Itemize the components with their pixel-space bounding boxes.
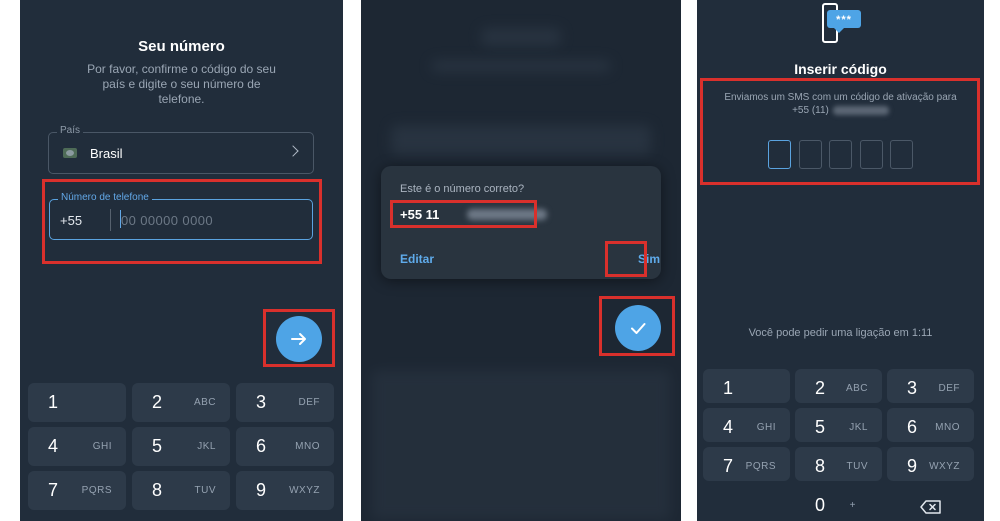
country-selector[interactable]: País Brasil [48,125,314,174]
screen-title: Inserir código [794,61,887,77]
key-letters: ABC [845,383,868,394]
key-2[interactable]: 2 ABC [795,369,882,403]
blurred-field [391,125,651,155]
key-number: 9 [907,456,918,476]
code-digit-box[interactable] [859,140,883,169]
key-letters: PQRS [81,485,112,496]
key-1[interactable]: 1 [703,369,790,403]
key-8[interactable]: 8 TUV [132,471,230,510]
key-9[interactable]: 9 WXYZ [236,471,334,510]
field-divider [110,209,111,231]
key-letters: + [849,500,856,511]
confirm-button[interactable]: Sim [638,252,660,266]
key-3[interactable]: 3 DEF [887,369,974,403]
checkmark-icon [631,323,646,334]
key-letters: WXYZ [289,485,320,496]
key-letters: DEF [298,397,320,408]
edit-button[interactable]: Editar [400,252,434,266]
code-digit-box[interactable] [798,140,822,169]
key-number: 4 [48,436,59,456]
key-8[interactable]: 8 TUV [795,447,882,481]
key-letters: TUV [194,485,216,496]
code-digit-box[interactable] [890,140,913,169]
key-7[interactable]: 7 PQRS [703,447,790,481]
dialog-phone-number: +55 11 [400,207,440,222]
done-button[interactable] [615,305,661,351]
key-number: 6 [256,436,267,456]
key-number: 5 [152,436,163,456]
key-number: 9 [256,480,267,500]
sms-phone-prefix: +55 (11) [792,105,829,116]
country-label: País [57,125,84,136]
key-5[interactable]: 5 JKL [795,408,882,442]
key-number: 0 [815,495,826,515]
key-letters: GHI [756,422,776,433]
key-letters: PQRS [745,461,776,472]
screen-subtitle: Por favor, confirme o código do seu país… [87,62,276,106]
key-letters: WXYZ [929,461,960,472]
key-number: 8 [152,480,163,500]
key-number: 4 [723,417,734,437]
key-6[interactable]: 6 MNO [236,427,334,466]
key-5[interactable]: 5 JKL [132,427,230,466]
key-6[interactable]: 6 MNO [887,408,974,442]
arrow-right-icon [291,333,306,345]
key-number: 3 [907,378,918,398]
key-letters: DEF [938,383,960,394]
key-4[interactable]: 4 GHI [703,408,790,442]
key-0[interactable]: 0 + [795,486,882,520]
next-button[interactable] [276,316,322,362]
screen-title: Seu número [138,38,225,55]
blurred-subtitle [431,60,611,72]
key-1[interactable]: 1 [28,383,126,422]
code-digit-box[interactable] [768,140,791,169]
dialog-question: Este é o número correto? [400,183,525,195]
backspace-key[interactable] [887,486,974,520]
key-3[interactable]: 3 DEF [236,383,334,422]
sms-info-line2: +55 (11) [707,104,974,117]
key-number: 7 [723,456,734,476]
phone-number-input[interactable]: 00 00000 0000 [121,213,213,228]
phone-label: Número de telefone [58,192,152,203]
key-number: 2 [152,392,163,412]
key-letters: TUV [846,461,868,472]
key-4[interactable]: 4 GHI [28,427,126,466]
code-digit-box[interactable] [829,140,852,169]
chevron-right-icon [287,145,299,157]
confirm-number-screen: Este é o número correto? +55 11 Editar S… [361,0,681,521]
key-number: 2 [815,378,826,398]
key-letters: JKL [197,441,216,452]
key-number: 6 [907,417,918,437]
key-number: 3 [256,392,267,412]
key-number: 8 [815,456,826,476]
sms-info-line1: Enviamos um SMS com um código de ativaçã… [724,92,957,103]
redacted-number [467,209,547,220]
key-number: 1 [723,378,734,398]
key-7[interactable]: 7 PQRS [28,471,126,510]
backspace-icon [919,500,941,514]
confirm-dialog: Este é o número correto? +55 11 Editar S… [381,166,661,279]
country-value: Brasil [90,146,123,161]
key-letters: MNO [295,441,320,452]
key-9[interactable]: 9 WXYZ [887,447,974,481]
blurred-title [481,28,561,46]
brazil-flag-icon [63,148,77,158]
key-number: 7 [48,480,59,500]
key-letters: ABC [193,397,216,408]
redacted-number [832,105,889,115]
sms-bubble-icon: *** [827,10,861,33]
key-letters: MNO [935,422,960,433]
phone-number-field[interactable]: Número de telefone +55 00 00000 0000 [49,192,313,240]
key-number: 5 [815,417,826,437]
enter-code-screen: *** Inserir código Enviamos um SMS com u… [697,0,984,521]
key-number: 1 [48,392,59,412]
call-request-text: Você pode pedir uma ligação em 1:11 [748,327,933,339]
phone-number-screen: Seu número Por favor, confirme o código … [20,0,343,521]
key-letters: GHI [92,441,112,452]
blurred-keypad [371,370,671,520]
key-2[interactable]: 2 ABC [132,383,230,422]
country-code-input[interactable]: +55 [60,213,82,228]
key-letters: JKL [849,422,868,433]
